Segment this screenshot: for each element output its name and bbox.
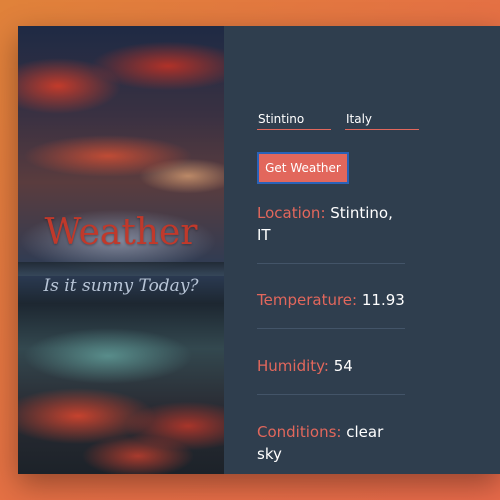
temperature-row: Temperature: 11.93 bbox=[257, 289, 405, 311]
temperature-label: Temperature: bbox=[257, 291, 358, 309]
get-weather-button[interactable]: Get Weather bbox=[257, 152, 349, 184]
search-form bbox=[257, 108, 427, 130]
divider bbox=[257, 328, 405, 329]
humidity-label: Humidity: bbox=[257, 357, 329, 375]
humidity-value: 54 bbox=[333, 357, 353, 375]
weather-panel: Get Weather Location: Stintino, IT Tempe… bbox=[224, 26, 500, 474]
hero-image: Weather Is it sunny Today? bbox=[18, 26, 224, 474]
divider bbox=[257, 263, 405, 264]
conditions-row: Conditions: clear sky bbox=[257, 421, 405, 465]
humidity-row: Humidity: 54 bbox=[257, 355, 405, 377]
hero-title: Weather bbox=[44, 212, 198, 253]
country-input[interactable] bbox=[345, 108, 419, 130]
temperature-value: 11.93 bbox=[361, 291, 405, 309]
hero-subtitle: Is it sunny Today? bbox=[43, 276, 199, 296]
conditions-label: Conditions: bbox=[257, 423, 342, 441]
city-input[interactable] bbox=[257, 108, 331, 130]
weather-card: Weather Is it sunny Today? Get Weather L… bbox=[18, 26, 500, 474]
hero-horizon bbox=[18, 262, 224, 276]
location-row: Location: Stintino, IT bbox=[257, 202, 405, 246]
location-label: Location: bbox=[257, 204, 326, 222]
divider bbox=[257, 394, 405, 395]
